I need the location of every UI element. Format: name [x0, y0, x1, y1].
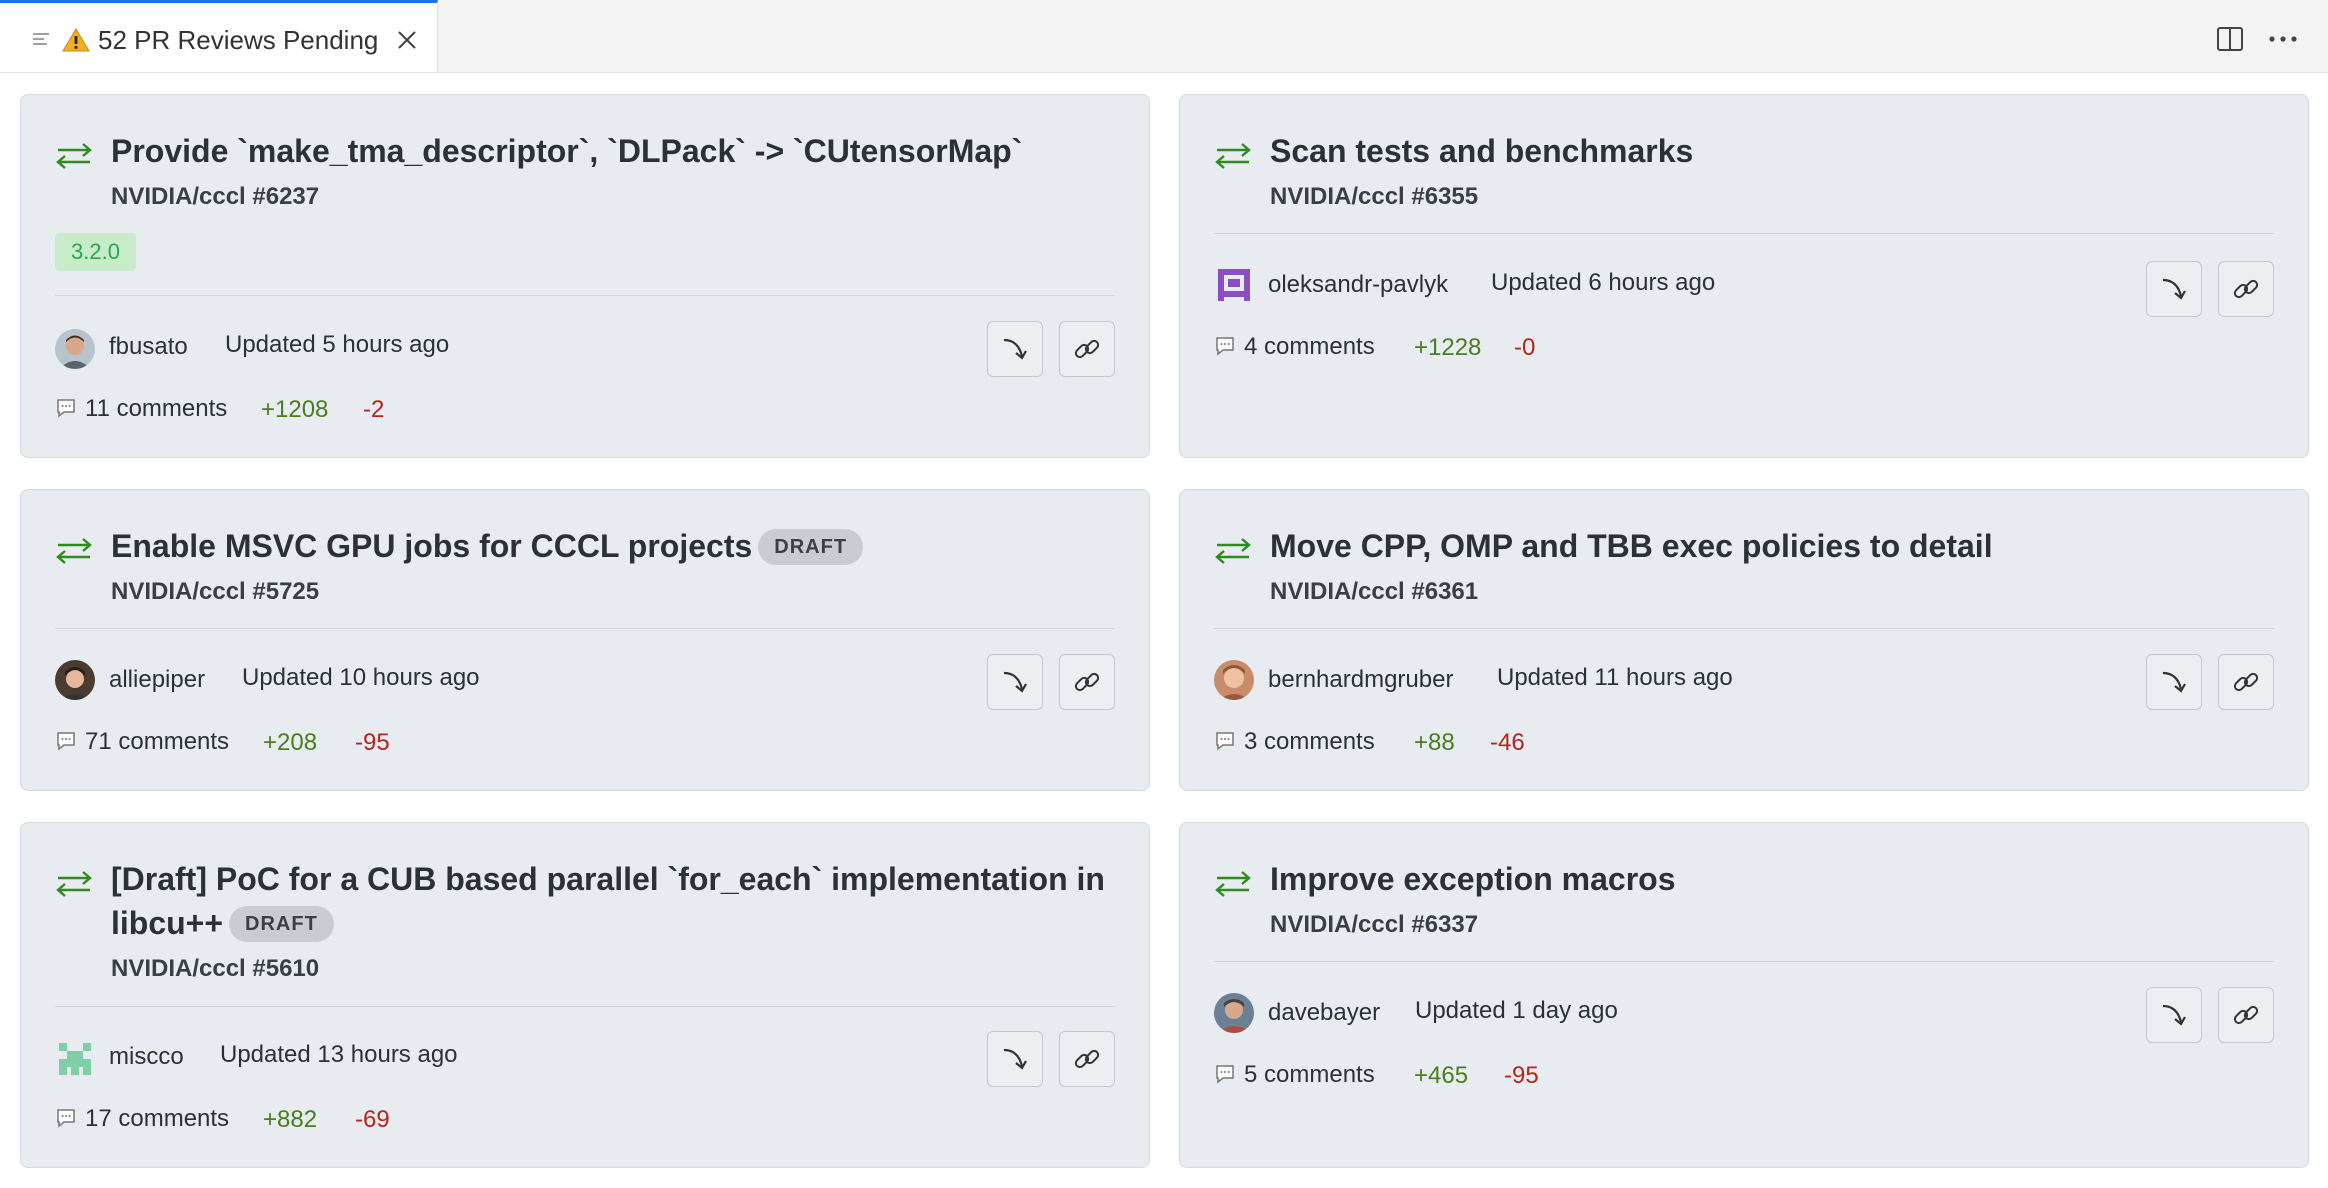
more-actions-icon[interactable]: [2268, 26, 2298, 57]
pr-title-line: [Draft] PoC for a CUB based parallel `fo…: [111, 861, 1105, 897]
pull-request-icon: [55, 141, 93, 176]
pr-title[interactable]: Enable MSVC GPU jobs for CCCL projects DR…: [111, 524, 864, 568]
copy-link-button[interactable]: [2218, 261, 2274, 317]
deletions-count: -95: [355, 729, 390, 756]
updated-time: Updated 5 hours ago: [225, 331, 450, 358]
checkout-button[interactable]: [987, 654, 1043, 710]
tab-title: 52 PR Reviews Pending: [98, 25, 379, 55]
copy-link-button[interactable]: [1059, 1031, 1115, 1087]
comment-count: 3 comments: [1244, 728, 1375, 755]
pr-repo: NVIDIA/cccl #5725: [111, 578, 320, 605]
comment-icon: [55, 397, 77, 424]
tab-pr-reviews[interactable]: 52 PR Reviews Pending: [0, 0, 438, 72]
pr-card[interactable]: Enable MSVC GPU jobs for CCCL projects DR…: [20, 489, 1150, 791]
pull-request-icon: [55, 536, 93, 571]
pr-title[interactable]: Move CPP, OMP and TBB exec policies to d…: [1270, 524, 1993, 568]
additions-count: +208: [263, 729, 318, 756]
comment-count: 71 comments: [85, 728, 230, 755]
divider: [55, 1006, 1115, 1007]
list-lines-icon: [32, 31, 50, 54]
additions-count: +1228: [1414, 334, 1482, 361]
author-name: oleksandr-pavlyk: [1268, 271, 1449, 298]
author-name: davebayer: [1268, 999, 1381, 1026]
deletions-count: -0: [1514, 334, 1536, 361]
author-name: fbusato: [109, 333, 188, 360]
pr-card[interactable]: Provide `make_tma_descriptor`, `DLPack` …: [20, 94, 1150, 458]
checkout-button[interactable]: [2146, 654, 2202, 710]
pr-repo: NVIDIA/cccl #6355: [1270, 183, 1479, 210]
copy-link-button[interactable]: [2218, 987, 2274, 1043]
pr-card[interactable]: Move CPP, OMP and TBB exec policies to d…: [1179, 489, 2309, 791]
author-name: miscco: [109, 1043, 184, 1070]
pr-title[interactable]: Provide `make_tma_descriptor`, `DLPack` …: [111, 129, 1022, 173]
pr-repo: NVIDIA/cccl #5610: [111, 955, 320, 982]
warning-icon: [62, 27, 90, 58]
close-icon[interactable]: [396, 29, 418, 56]
avatar: [55, 329, 95, 369]
comment-count: 11 comments: [85, 395, 228, 422]
pull-request-icon: [1214, 141, 1252, 176]
divider: [1214, 628, 2274, 629]
avatar: [1214, 660, 1254, 700]
pull-request-icon: [1214, 536, 1252, 571]
checkout-button[interactable]: [2146, 261, 2202, 317]
pr-title[interactable]: Improve exception macros: [1270, 857, 1675, 901]
pr-card[interactable]: [Draft] PoC for a CUB based parallel `fo…: [20, 822, 1150, 1168]
comment-count: 5 comments: [1244, 1061, 1375, 1088]
copy-link-button[interactable]: [2218, 654, 2274, 710]
label-badge: 3.2.0: [55, 233, 136, 271]
copy-link-button[interactable]: [1059, 654, 1115, 710]
updated-time: Updated 1 day ago: [1415, 997, 1618, 1024]
comment-count: 4 comments: [1244, 333, 1375, 360]
updated-time: Updated 13 hours ago: [220, 1041, 458, 1068]
deletions-count: -95: [1504, 1062, 1539, 1089]
avatar: [55, 1039, 95, 1079]
deletions-count: -2: [363, 396, 385, 423]
pr-repo: NVIDIA/cccl #6361: [1270, 578, 1479, 605]
updated-time: Updated 11 hours ago: [1497, 664, 1733, 691]
checkout-button[interactable]: [2146, 987, 2202, 1043]
draft-badge: DRAFT: [758, 529, 864, 565]
comment-icon: [55, 1107, 77, 1134]
comment-count: 17 comments: [85, 1105, 230, 1132]
comment-icon: [1214, 335, 1236, 362]
divider: [55, 628, 1115, 629]
editor-tab-bar: 52 PR Reviews Pending: [0, 0, 2328, 73]
pr-title-line: libcu++ DRAFT: [111, 901, 1105, 945]
draft-badge: DRAFT: [229, 906, 334, 942]
additions-count: +465: [1414, 1062, 1469, 1089]
author-name: alliepiper: [109, 666, 206, 693]
pr-repo: NVIDIA/cccl #6237: [111, 183, 320, 210]
checkout-button[interactable]: [987, 1031, 1043, 1087]
deletions-count: -46: [1490, 729, 1525, 756]
pr-card[interactable]: Improve exception macros NVIDIA/cccl #63…: [1179, 822, 2309, 1168]
additions-count: +1208: [261, 396, 329, 423]
pr-title-text: Enable MSVC GPU jobs for CCCL projects: [111, 528, 753, 564]
checkout-button[interactable]: [987, 321, 1043, 377]
pr-title[interactable]: [Draft] PoC for a CUB based parallel `fo…: [111, 857, 1105, 945]
updated-time: Updated 6 hours ago: [1491, 269, 1716, 296]
additions-count: +882: [263, 1106, 318, 1133]
author-name: bernhardmgruber: [1268, 666, 1454, 693]
pr-repo: NVIDIA/cccl #6337: [1270, 911, 1479, 938]
copy-link-button[interactable]: [1059, 321, 1115, 377]
avatar: [1214, 993, 1254, 1033]
comment-icon: [55, 730, 77, 757]
divider: [1214, 961, 2274, 962]
pr-title-text: libcu++: [111, 905, 224, 941]
comment-icon: [1214, 1063, 1236, 1090]
avatar: [55, 660, 95, 700]
avatar: [1214, 265, 1254, 305]
additions-count: +88: [1414, 729, 1455, 756]
updated-time: Updated 10 hours ago: [242, 664, 480, 691]
deletions-count: -69: [355, 1106, 390, 1133]
divider: [1214, 233, 2274, 234]
comment-icon: [1214, 730, 1236, 757]
pr-title[interactable]: Scan tests and benchmarks: [1270, 129, 1693, 173]
pull-request-icon: [1214, 869, 1252, 904]
split-editor-icon[interactable]: [2216, 26, 2244, 57]
pr-card[interactable]: Scan tests and benchmarks NVIDIA/cccl #6…: [1179, 94, 2309, 458]
pull-request-icon: [55, 869, 93, 904]
divider: [55, 295, 1115, 296]
